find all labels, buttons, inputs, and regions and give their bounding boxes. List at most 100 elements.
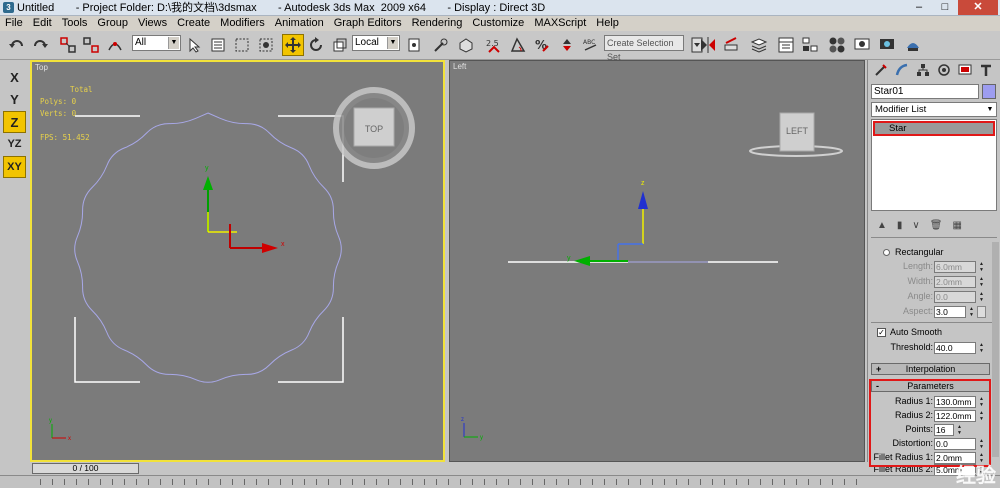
snaps-toggle-icon[interactable]: 2.5 [483, 34, 505, 56]
menu-maxscript[interactable]: MAXScript [529, 16, 591, 31]
auto-smooth-row[interactable]: ✓ Auto Smooth [871, 326, 990, 340]
pin-stack-icon[interactable]: ▲ [877, 220, 887, 231]
restrict-y-button[interactable]: Y [3, 88, 26, 110]
minimize-button[interactable]: – [906, 0, 932, 15]
unlink-selection-icon[interactable] [80, 34, 102, 56]
menu-modifiers[interactable]: Modifiers [215, 16, 270, 31]
app-icon[interactable]: 3 [3, 2, 14, 13]
restrict-xy-button[interactable]: XY [3, 156, 26, 178]
left-viewport[interactable]: Left z y LEFT z y [449, 60, 865, 462]
menu-views[interactable]: Views [133, 16, 172, 31]
configure-modifier-sets-icon[interactable]: ▦ [952, 220, 961, 231]
angle-snap-toggle-icon[interactable] [507, 34, 529, 56]
undo-icon[interactable] [6, 34, 28, 56]
menu-graph-editors[interactable]: Graph Editors [329, 16, 407, 31]
mirror-icon[interactable] [697, 34, 719, 56]
menu-create[interactable]: Create [172, 16, 215, 31]
maximize-button[interactable]: □ [932, 0, 958, 15]
timeline-tick [544, 479, 545, 485]
viewcube-top[interactable]: TOP [333, 87, 415, 169]
object-color-swatch[interactable] [982, 84, 996, 99]
move-gizmo-left[interactable]: z y [567, 180, 648, 266]
object-name-field[interactable]: Star01 [871, 84, 979, 99]
menu-rendering[interactable]: Rendering [407, 16, 468, 31]
aspect-field[interactable]: 3.0 [934, 306, 966, 318]
axis-constraints-toolbar: X Y Z YZ XY [0, 60, 28, 462]
layer-manager-icon[interactable] [748, 34, 770, 56]
width-spinner[interactable]: ▲ ▼ [978, 276, 985, 288]
timeline-tick [112, 479, 113, 485]
menu-help[interactable]: Help [591, 16, 624, 31]
svg-text:2.5: 2.5 [486, 39, 499, 48]
show-end-result-icon[interactable]: ▮ [897, 220, 903, 231]
named-selection-sets-field[interactable]: Create Selection Set [604, 35, 684, 62]
threshold-spinner[interactable]: ▲ ▼ [978, 342, 985, 354]
restrict-yz-button[interactable]: YZ [3, 133, 26, 155]
material-editor-icon[interactable] [826, 34, 848, 56]
render-production-icon[interactable] [902, 34, 924, 56]
timeline-tick [628, 479, 629, 485]
threshold-field[interactable]: 40.0 [934, 342, 976, 354]
bind-to-space-warp-icon[interactable] [104, 34, 126, 56]
width-field[interactable]: 2.0mm [934, 276, 976, 288]
length-spinner[interactable]: ▲ ▼ [978, 261, 985, 273]
menu-customize[interactable]: Customize [467, 16, 529, 31]
select-and-rotate-icon[interactable] [305, 34, 327, 56]
angle-spinner[interactable]: ▲ ▼ [978, 291, 985, 303]
track-bar[interactable]: 经验 [0, 465, 1000, 488]
keyboard-shortcut-override-icon[interactable] [455, 34, 477, 56]
modify-tab-icon[interactable] [891, 60, 912, 80]
select-object-icon[interactable] [183, 34, 205, 56]
align-icon[interactable] [720, 34, 742, 56]
command-panel-scrollbar[interactable] [992, 242, 999, 457]
viewcube-left[interactable]: LEFT [749, 112, 843, 157]
menu-edit[interactable]: Edit [28, 16, 57, 31]
modifier-list-dropdown[interactable]: Modifier List ▼ [871, 102, 997, 117]
auto-smooth-checkbox[interactable]: ✓ [877, 328, 886, 337]
top-viewport[interactable]: Top Total Polys: 0 Verts: 0 FPS: 51.452 … [30, 60, 445, 462]
restrict-x-button[interactable]: X [3, 66, 26, 88]
menu-file[interactable]: File [0, 16, 28, 31]
stack-item-star[interactable]: Star [873, 121, 995, 136]
aspect-spinner[interactable]: ▲ ▼ [968, 306, 975, 318]
rendered-frame-window-icon[interactable] [876, 34, 898, 56]
window-crossing-icon[interactable] [255, 34, 277, 56]
move-gizmo[interactable]: x y [203, 165, 285, 253]
render-setup-icon[interactable] [851, 34, 873, 56]
spinner-snap-toggle-icon[interactable] [556, 34, 578, 56]
length-field[interactable]: 6.0mm [934, 261, 976, 273]
menu-group[interactable]: Group [92, 16, 133, 31]
utilities-tab-icon[interactable] [975, 60, 996, 80]
percent-snap-toggle-icon[interactable]: % [531, 34, 553, 56]
selection-filter-dropdown[interactable]: All ▼ [132, 35, 181, 51]
motion-tab-icon[interactable] [933, 60, 954, 80]
reference-coordinate-dropdown[interactable]: Local ▼ [352, 35, 400, 51]
close-button[interactable]: ✕ [958, 0, 998, 15]
interpolation-rollout[interactable]: + Interpolation [871, 363, 990, 375]
rectangular-radio-dot[interactable] [883, 249, 890, 256]
rectangular-selection-region-icon[interactable] [231, 34, 253, 56]
select-by-name-icon[interactable] [207, 34, 229, 56]
use-pivot-point-center-icon[interactable] [403, 34, 425, 56]
redo-icon[interactable] [29, 34, 51, 56]
curve-editor-icon[interactable] [775, 34, 797, 56]
select-and-manipulate-icon[interactable] [430, 34, 452, 56]
schematic-view-icon[interactable] [799, 34, 821, 56]
aspect-lock-icon[interactable] [977, 306, 986, 318]
select-and-scale-icon[interactable] [329, 34, 351, 56]
menu-tools[interactable]: Tools [57, 16, 93, 31]
select-and-link-icon[interactable] [57, 34, 79, 56]
display-tab-icon[interactable] [954, 60, 975, 80]
make-unique-icon[interactable]: ∨ [912, 220, 919, 231]
angle-field[interactable]: 0.0 [934, 291, 976, 303]
rectangular-radio[interactable]: Rectangular [871, 246, 990, 260]
menu-animation[interactable]: Animation [270, 16, 329, 31]
remove-modifier-icon[interactable]: 🗑 [930, 220, 943, 231]
edit-named-selection-icon[interactable]: ABC [580, 34, 602, 56]
restrict-z-button[interactable]: Z [3, 111, 26, 133]
create-tab-icon[interactable] [870, 60, 891, 80]
time-slider[interactable]: 0 / 100 [32, 463, 139, 474]
select-and-move-icon[interactable] [282, 34, 304, 56]
star-shape[interactable] [74, 112, 342, 383]
hierarchy-tab-icon[interactable] [912, 60, 933, 80]
